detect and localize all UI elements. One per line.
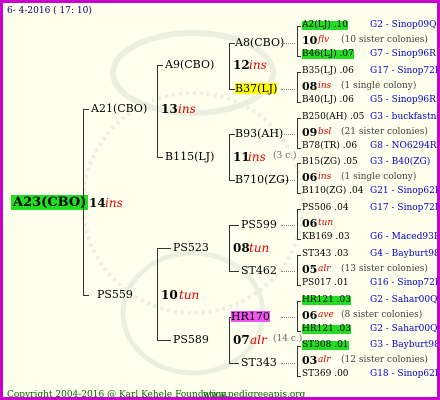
ancestor-bottom[interactable]: KB169 .03	[302, 233, 350, 242]
ancestor-note: (1 single colony)	[341, 81, 417, 91]
gp2-tag: ins	[248, 150, 266, 164]
ancestor-number: 10	[302, 34, 318, 47]
ancestor-tag: tun	[318, 218, 334, 228]
footer-site[interactable]: www.pedigreeapis.org	[203, 391, 305, 398]
leader-line	[281, 317, 295, 318]
parent-tag: ins	[178, 102, 196, 116]
ancestor-top-source[interactable]: G17 - Sinop72R	[370, 204, 437, 213]
ancestor-top-source[interactable]: G4 - Bayburt98-3	[370, 250, 437, 259]
ancestor-note: (10 sister colonies)	[341, 35, 428, 45]
ancestor-bottom[interactable]: HR121 .03	[302, 325, 351, 334]
ancestor-top-source[interactable]: G2 - Sinop09Q	[370, 21, 437, 30]
ancestor-top[interactable]: ST308 .01	[302, 341, 349, 350]
gp2-note: (3 c.)	[273, 151, 297, 161]
leader-line	[281, 89, 295, 90]
ancestor-top[interactable]: PS506 .04	[302, 204, 349, 213]
ancestor-number: 06	[302, 171, 318, 184]
ancestor-bottom[interactable]: PS017 .01	[302, 279, 349, 288]
ancestor-number: 08	[302, 80, 318, 93]
grandparent-3[interactable]: PS523	[173, 242, 209, 253]
grandparent-4[interactable]: PS589	[173, 334, 209, 345]
ancestor-bottom[interactable]: B40(LJ) .06	[302, 96, 354, 105]
grandparent-2[interactable]: B115(LJ)	[165, 151, 214, 162]
ancestor-number: 03	[302, 354, 318, 367]
gp1-number: 12	[233, 58, 250, 72]
ancestor-bottom-source[interactable]: G2 - Sahar00Q	[370, 325, 437, 334]
gp3-number: 08	[233, 241, 250, 255]
gp1-tag: ins	[249, 58, 267, 72]
ancestor-number: 05	[302, 263, 318, 276]
ancestor-top[interactable]: B15(ZG) .05	[302, 158, 358, 167]
leader-line	[281, 43, 295, 44]
parent-drone[interactable]: PS559	[97, 289, 133, 300]
gp4-note: (14 c.)	[273, 334, 303, 344]
gp4-tag: alr	[250, 333, 267, 347]
ancestor-top[interactable]: HR121 .03	[302, 296, 351, 305]
ancestor-top-source[interactable]: G3 - Bayburt98-3	[370, 341, 437, 350]
ancestor-bottom-source[interactable]: G8 - NO6294R	[370, 142, 437, 151]
ancestor-bottom-source[interactable]: G21 - Sinop62R	[370, 187, 437, 196]
ancestor-note: (21 sister colonies)	[341, 127, 428, 137]
ggp-8[interactable]: ST343	[241, 357, 277, 368]
ancestor-number: 06	[302, 309, 318, 322]
ancestor-note: (1 single colony)	[341, 172, 417, 182]
ancestor-top[interactable]: B35(LJ) .06	[302, 67, 354, 76]
ancestor-top-source[interactable]: G3 - buckfastno	[370, 113, 437, 122]
ancestor-top[interactable]: B250(AH) .05	[302, 113, 364, 122]
gp4-number: 07	[233, 333, 250, 347]
ancestor-top-source[interactable]: G3 - B40(ZG)	[370, 158, 430, 167]
ggp-2[interactable]: B37(LJ)	[235, 83, 278, 94]
ancestor-bottom[interactable]: B110(ZG) .04	[302, 187, 363, 196]
parent-queen[interactable]: A21(CBO)	[91, 103, 147, 114]
print-date: 6- 4-2016 ( 17: 10)	[7, 6, 92, 16]
ancestor-bottom[interactable]: B46(LJ) .07	[302, 50, 354, 59]
ancestor-tag: ins	[318, 172, 332, 182]
ancestor-tag: flv	[318, 35, 330, 45]
root-number: 14	[89, 196, 106, 210]
ancestor-top-source[interactable]: G17 - Sinop72R	[370, 67, 437, 76]
ancestor-bottom-source[interactable]: G7 - Sinop96R	[370, 50, 436, 59]
ggp-1[interactable]: A8(CBO)	[235, 37, 284, 48]
leader-line	[281, 180, 295, 181]
ancestor-tag: ave	[318, 310, 334, 320]
ancestor-bottom[interactable]: ST369 .00	[302, 370, 349, 379]
parent-drone-tag: tun	[179, 288, 200, 302]
parent-number: 13	[161, 102, 178, 116]
ancestor-note: (12 sister colonies)	[341, 355, 428, 365]
ancestor-bottom[interactable]: B78(TR) .06	[302, 142, 357, 151]
ggp-7[interactable]: HR170	[231, 311, 270, 322]
ancestor-number: 09	[302, 126, 318, 139]
ggp-6[interactable]: ST462	[241, 265, 277, 276]
ancestor-top-source[interactable]: G2 - Sahar00Q	[370, 296, 437, 305]
ancestor-bottom-source[interactable]: G5 - Sinop96R	[370, 96, 436, 105]
parent-drone-number: 10	[161, 288, 178, 302]
leader-line	[281, 225, 295, 226]
pedigree-frame: 6- 4-2016 ( 17: 10) A23(CBO) 14 ins A21(…	[0, 0, 440, 400]
ancestor-number: 06	[302, 217, 318, 230]
ancestor-tag: alr	[318, 355, 331, 365]
ancestor-bottom-source[interactable]: G16 - Sinop72R	[370, 279, 437, 288]
gp3-tag: tun	[249, 241, 270, 255]
ancestor-bottom-source[interactable]: G6 - Maced93R	[370, 233, 437, 242]
root-tag: ins	[105, 196, 123, 210]
leader-line	[281, 271, 295, 272]
ancestor-tag: alr	[318, 264, 331, 274]
leader-line	[281, 134, 295, 135]
root-queen[interactable]: A23(CBO)	[11, 195, 89, 210]
ggp-5[interactable]: PS599	[241, 219, 277, 230]
ancestor-note: (8 sister colonies)	[341, 310, 423, 320]
ancestor-tag: ins	[318, 81, 332, 91]
ggp-3[interactable]: B93(AH)	[235, 128, 283, 139]
leader-line	[281, 363, 295, 364]
ancestor-tag: bsl	[318, 127, 332, 137]
ancestor-note: (13 sister colonies)	[341, 264, 428, 274]
ancestor-top[interactable]: A2(LJ) .10	[302, 21, 349, 30]
ancestor-top[interactable]: ST343 .03	[302, 250, 349, 259]
grandparent-1[interactable]: A9(CBO)	[165, 59, 214, 70]
ancestor-bottom-source[interactable]: G18 - Sinop62R	[370, 370, 437, 379]
footer-copyright: Copyright 2004-2016 @ Karl Kehele Founda…	[7, 390, 230, 400]
